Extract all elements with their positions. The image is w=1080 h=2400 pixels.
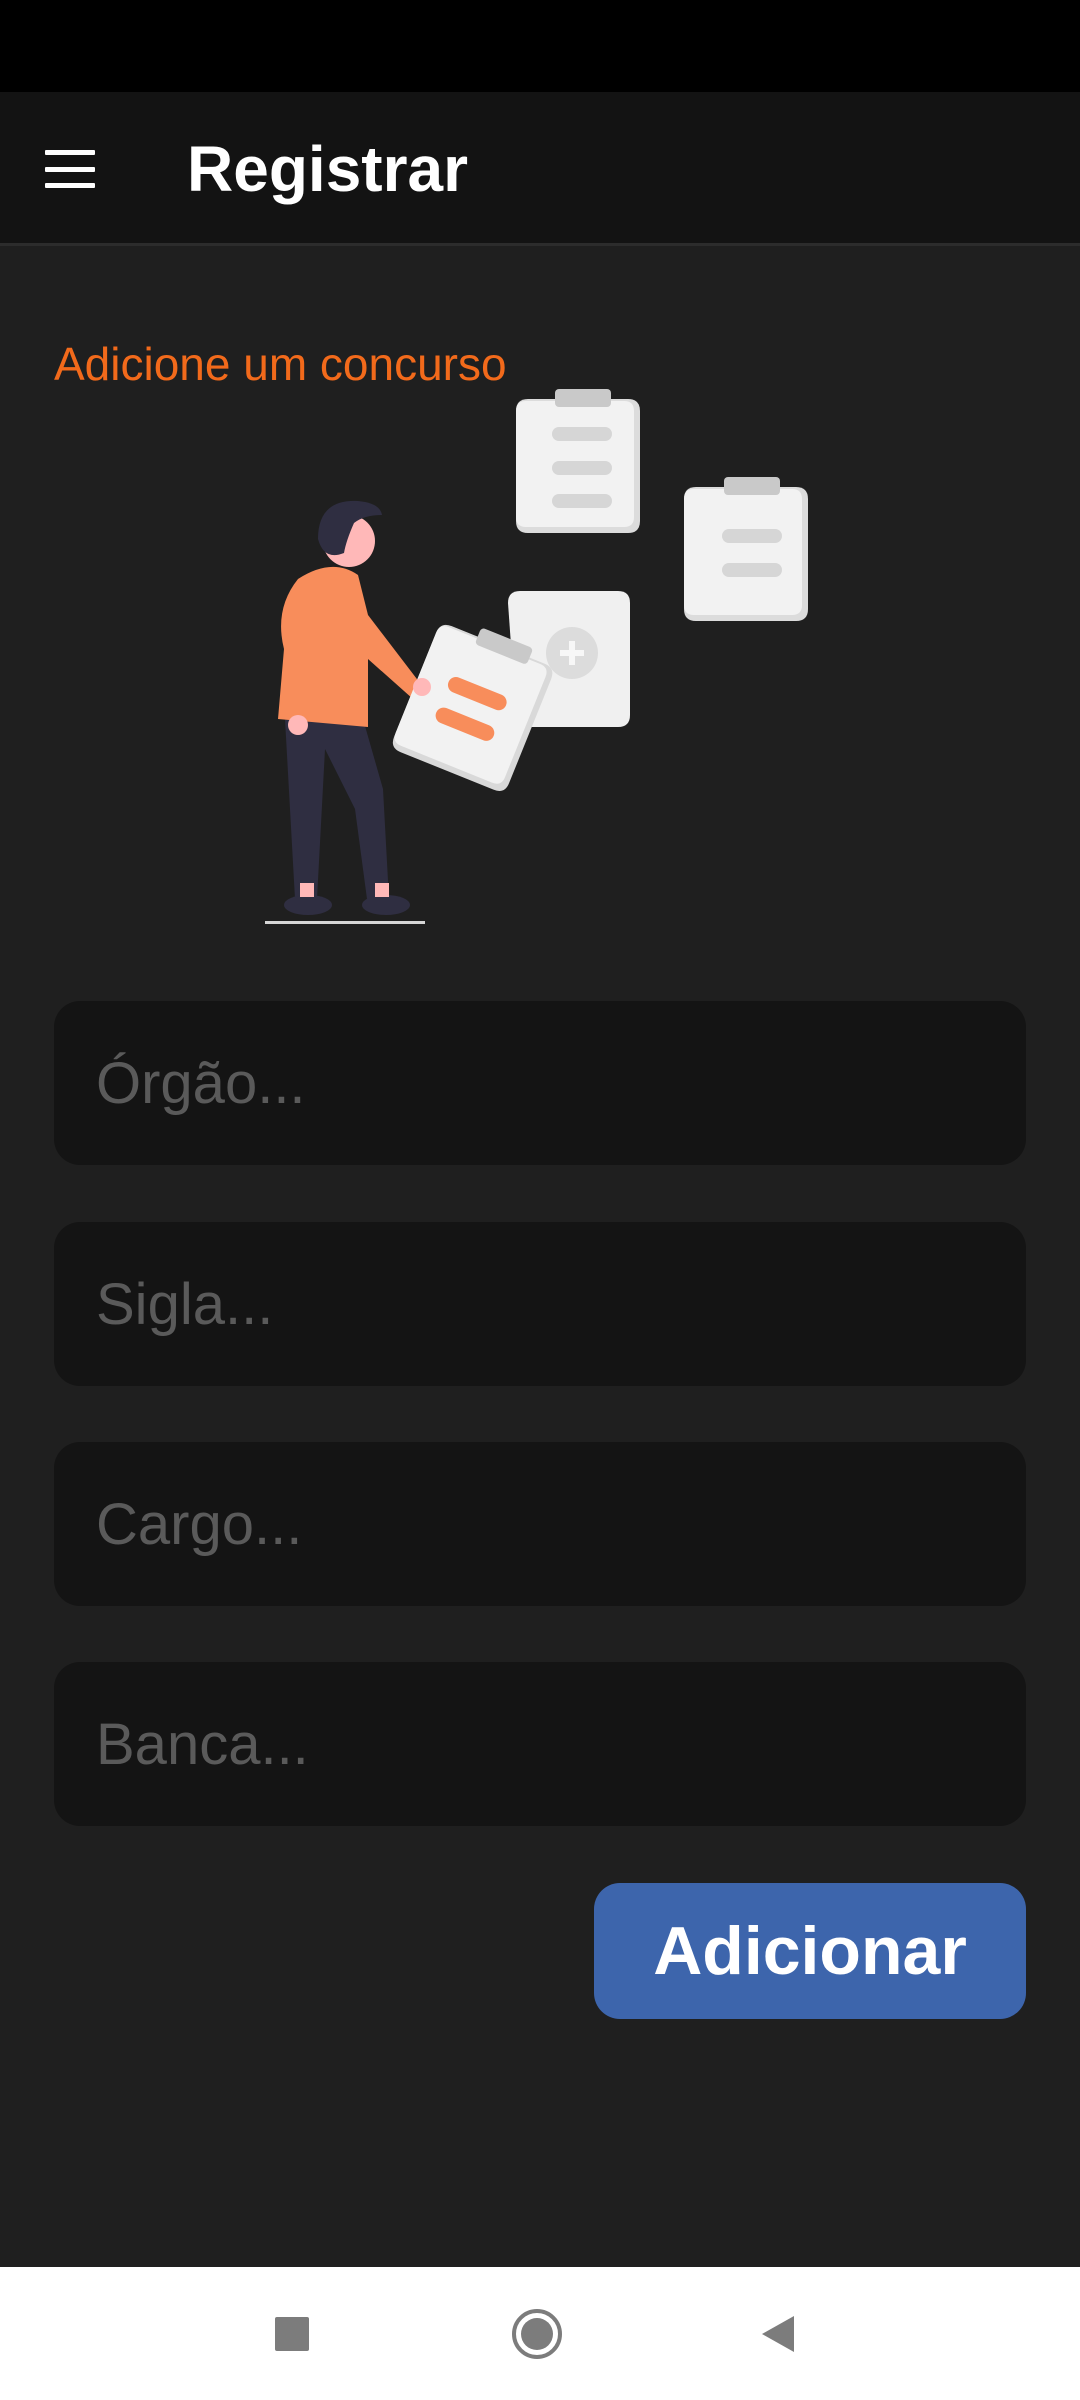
- main-content: Adicione um concurso Órgão... Sigla... C…: [0, 249, 1080, 2267]
- menu-line: [45, 183, 95, 188]
- app-bar: Registrar: [0, 92, 1080, 246]
- person-with-clipboards-illustration: [265, 389, 808, 924]
- status-bar: [0, 0, 1080, 92]
- square-recents-icon[interactable]: [232, 2267, 352, 2400]
- orgao-field[interactable]: [54, 1001, 1026, 1165]
- circle-home-icon[interactable]: [477, 2267, 597, 2400]
- cargo-field[interactable]: [54, 1442, 1026, 1606]
- page-title: Registrar: [187, 133, 468, 205]
- add-button[interactable]: Adicionar: [594, 1883, 1026, 2019]
- person-figure: [265, 500, 425, 924]
- orgao-input[interactable]: [96, 1001, 1026, 1165]
- menu-line: [45, 166, 95, 172]
- hand: [413, 678, 431, 696]
- clipboard-icon: [516, 389, 640, 533]
- clipboard-icon: [684, 477, 808, 621]
- menu-line: [45, 150, 95, 155]
- sigla-input[interactable]: [96, 1222, 1026, 1386]
- system-nav-bar: [0, 2267, 1080, 2400]
- hamburger-menu-icon[interactable]: [40, 144, 100, 194]
- section-title: Adicione um concurso: [54, 338, 507, 390]
- triangle-back-icon[interactable]: [718, 2267, 838, 2400]
- sigla-field[interactable]: [54, 1222, 1026, 1386]
- banca-input[interactable]: [96, 1662, 1026, 1826]
- cargo-input[interactable]: [96, 1442, 1026, 1606]
- banca-field[interactable]: [54, 1662, 1026, 1826]
